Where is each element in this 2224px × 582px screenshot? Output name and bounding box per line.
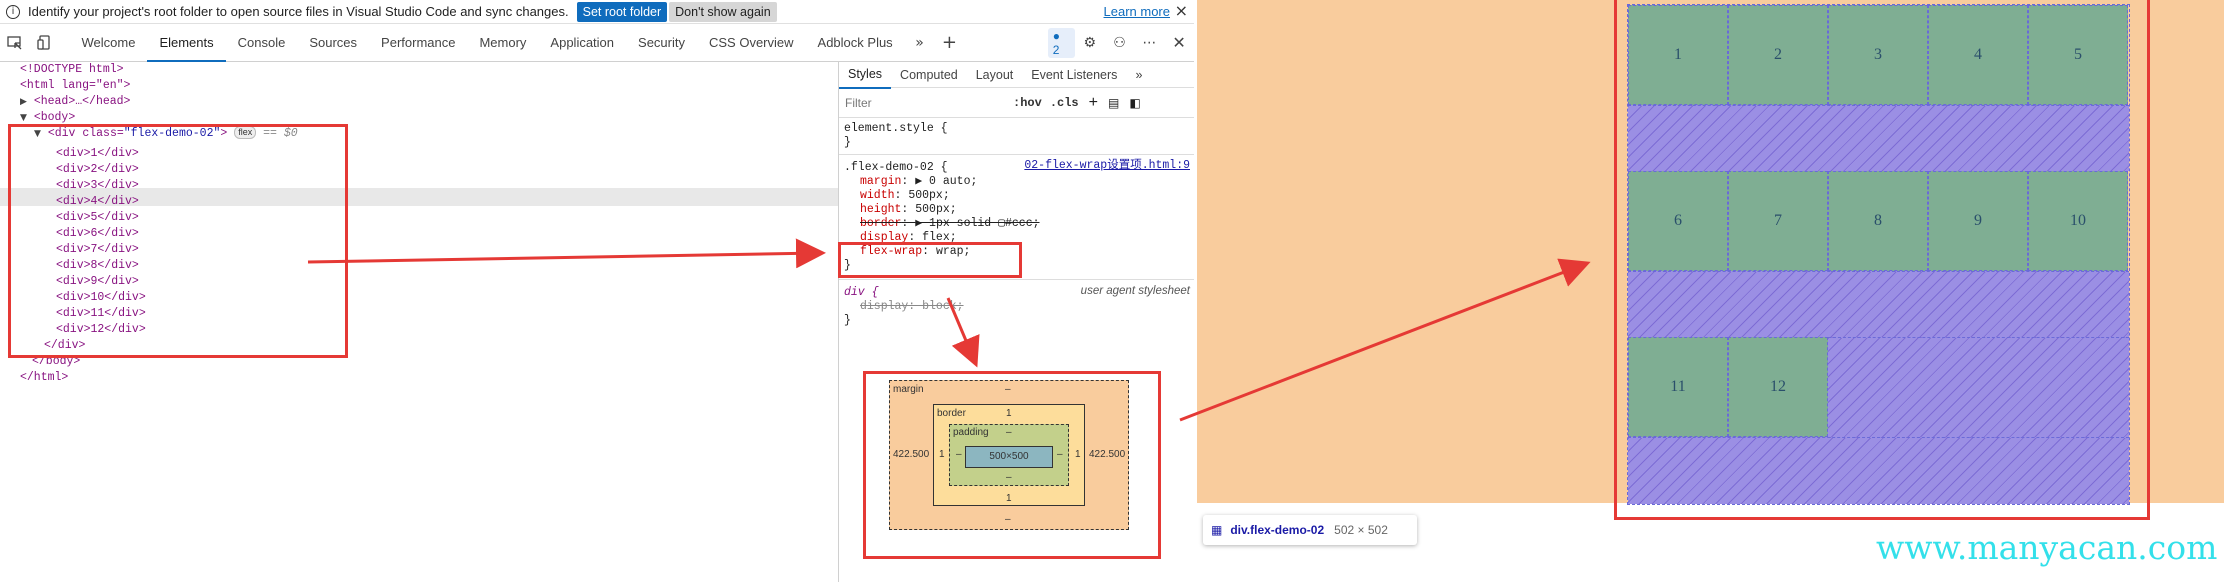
- annotation-box-boxmodel: [863, 371, 1161, 559]
- ua-close: }: [844, 314, 851, 327]
- css-property-value[interactable]: ▶ 0 auto;: [915, 175, 977, 188]
- more-tabs-icon[interactable]: »: [905, 28, 935, 58]
- learn-more-link[interactable]: Learn more: [1104, 4, 1170, 19]
- page-viewport: 1 2 3 4 5 6 7 8 9 10 11 12: [1197, 0, 2224, 520]
- element-style-selector[interactable]: element.style {: [844, 122, 1189, 136]
- dom-html-close[interactable]: </html>: [20, 370, 68, 386]
- css-property-name[interactable]: margin: [860, 175, 901, 188]
- css-property-name[interactable]: height: [860, 203, 901, 216]
- element-style-rule: element.style { }: [839, 118, 1194, 155]
- dom-head[interactable]: ▶ <head>…</head>: [20, 94, 130, 110]
- device-emulation-icon[interactable]: [30, 28, 60, 58]
- set-root-folder-button[interactable]: Set root folder: [576, 1, 668, 22]
- toggle-sidebar-icon[interactable]: ◧: [1129, 96, 1140, 110]
- close-devtools-icon[interactable]: ✕: [1164, 28, 1194, 58]
- ua-prop: display: block;: [860, 300, 964, 313]
- dom-html-open[interactable]: <html lang="en">: [20, 78, 130, 94]
- inspect-element-icon[interactable]: [0, 28, 30, 58]
- tab-sources[interactable]: Sources: [297, 24, 369, 62]
- devtools-panel: i Identify your project's root folder to…: [0, 0, 1194, 582]
- css-property-line[interactable]: width: 500px;: [844, 189, 1189, 203]
- annotation-box-dom: [8, 124, 348, 358]
- more-subtabs-icon[interactable]: »: [1126, 62, 1151, 88]
- issues-badge[interactable]: ● 2: [1047, 27, 1075, 58]
- subtab-layout[interactable]: Layout: [967, 62, 1023, 88]
- subtab-event-listeners[interactable]: Event Listeners: [1022, 62, 1126, 88]
- styles-filter-input[interactable]: Filter: [845, 96, 1005, 110]
- infobar-close-icon[interactable]: ×: [1175, 1, 1188, 20]
- cls-toggle[interactable]: .cls: [1050, 96, 1079, 110]
- ua-label: user agent stylesheet: [1080, 285, 1190, 297]
- more-options-icon[interactable]: ⋯: [1134, 28, 1164, 58]
- subtab-computed[interactable]: Computed: [891, 62, 967, 88]
- rule-source-link[interactable]: 02-flex-wrap设置项.html:9: [1024, 159, 1190, 173]
- css-property-line[interactable]: height: 500px;: [844, 203, 1189, 217]
- tab-performance[interactable]: Performance: [369, 24, 467, 62]
- infobar: i Identify your project's root folder to…: [0, 0, 1194, 24]
- tab-memory[interactable]: Memory: [467, 24, 538, 62]
- element-hover-tooltip: ▦ div.flex-demo-02 502 × 502: [1203, 515, 1417, 545]
- infobar-message: Identify your project's root folder to o…: [28, 4, 569, 19]
- element-style-close: }: [844, 136, 851, 149]
- annotation-box-page: [1614, 0, 2150, 520]
- css-property-value[interactable]: 500px;: [908, 189, 949, 202]
- devtools-tab-bar: Welcome Elements Console Sources Perform…: [0, 24, 1194, 62]
- tooltip-element-name: div.flex-demo-02: [1230, 523, 1325, 537]
- watermark-text: www.manyacan.com: [1876, 528, 2218, 567]
- issues-icon: ●: [1052, 28, 1060, 43]
- collapse-triangle-icon[interactable]: ▼: [20, 113, 27, 123]
- css-property-value[interactable]: ▶ 1px solid ▢#ccc;: [915, 217, 1039, 230]
- css-property-value[interactable]: 500px;: [915, 203, 956, 216]
- grid-overlay-icon: ▦: [1211, 523, 1223, 537]
- tab-security[interactable]: Security: [626, 24, 697, 62]
- dom-head-text: <head>…</head>: [33, 95, 131, 108]
- css-property-name[interactable]: width: [860, 189, 895, 202]
- hov-toggle[interactable]: :hov: [1013, 96, 1042, 110]
- styles-filter-row: Filter :hov .cls + ▤ ◧: [839, 88, 1194, 118]
- feedback-icon[interactable]: ⚇: [1105, 28, 1135, 58]
- css-property-line[interactable]: border: ▶ 1px solid ▢#ccc;: [844, 217, 1189, 231]
- dom-doctype[interactable]: <!DOCTYPE html>: [20, 62, 124, 78]
- tooltip-element-size: 502 × 502: [1334, 523, 1388, 537]
- info-icon: i: [6, 4, 20, 19]
- ua-div-rule: div { user agent stylesheet display: blo…: [839, 280, 1194, 332]
- tab-console[interactable]: Console: [226, 24, 298, 62]
- tab-application[interactable]: Application: [538, 24, 626, 62]
- tab-adblock-plus[interactable]: Adblock Plus: [806, 24, 905, 62]
- css-property-line[interactable]: margin: ▶ 0 auto;: [844, 175, 1189, 189]
- styles-subtabs: Styles Computed Layout Event Listeners »: [839, 61, 1194, 89]
- new-rule-icon[interactable]: +: [1089, 94, 1098, 112]
- css-property-name[interactable]: border: [860, 217, 901, 230]
- tab-css-overview[interactable]: CSS Overview: [697, 24, 806, 62]
- dont-show-again-button[interactable]: Don't show again: [669, 1, 777, 22]
- settings-gear-icon[interactable]: ⚙: [1075, 28, 1105, 58]
- issues-count: 2: [1052, 42, 1060, 57]
- dom-body-text: <body>: [33, 111, 76, 124]
- computed-styles-icon[interactable]: ▤: [1108, 96, 1119, 110]
- add-tab-icon[interactable]: +: [934, 28, 964, 58]
- subtab-styles[interactable]: Styles: [839, 61, 892, 89]
- tab-elements[interactable]: Elements: [147, 24, 226, 62]
- annotation-box-flex-props: [838, 242, 1022, 278]
- expand-triangle-icon[interactable]: ▶: [20, 97, 27, 107]
- tab-welcome[interactable]: Welcome: [69, 24, 147, 62]
